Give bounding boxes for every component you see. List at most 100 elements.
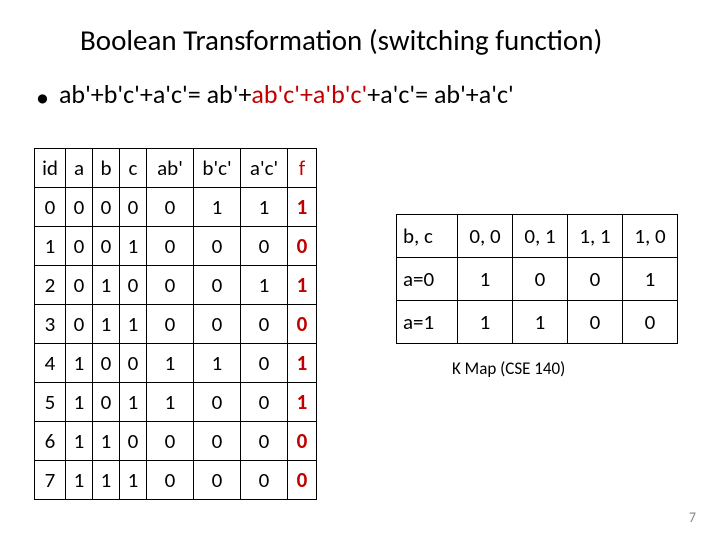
cell-f: 1	[288, 266, 317, 305]
cell-bc: 0	[194, 383, 241, 422]
cell-ac: 0	[241, 422, 288, 461]
cell-c: 0	[120, 188, 147, 227]
cell-id: 0	[35, 188, 66, 227]
cell-f: 1	[288, 188, 317, 227]
kmap-cell: 0	[513, 258, 568, 301]
kmap-header-row: b, c 0, 0 0, 1 1, 1 1, 0	[397, 215, 678, 258]
cell-bc: 0	[194, 461, 241, 500]
cell-a: 0	[66, 266, 93, 305]
cell-id: 1	[35, 227, 66, 266]
cell-c: 0	[120, 266, 147, 305]
kmap-rowlabel-a0: a=0	[397, 258, 458, 301]
cell-id: 6	[35, 422, 66, 461]
th-f: f	[288, 149, 317, 188]
th-ab: ab'	[147, 149, 194, 188]
cell-ac: 0	[241, 305, 288, 344]
cell-b: 0	[93, 383, 120, 422]
cell-ab: 0	[147, 227, 194, 266]
cell-a: 1	[66, 383, 93, 422]
slide: Boolean Transformation (switching functi…	[0, 0, 720, 540]
slide-title: Boolean Transformation (switching functi…	[80, 22, 680, 58]
formula-text: ab'+b'c'+a'c'= ab'+ab'c'+a'b'c'+a'c'= ab…	[59, 78, 514, 110]
cell-b: 1	[93, 422, 120, 461]
kmap-cell: 1	[458, 258, 513, 301]
th-id: id	[35, 149, 66, 188]
kmap-row-a0: a=0 1 0 0 1	[397, 258, 678, 301]
kmap-cell: 1	[458, 301, 513, 344]
truth-body: 0000011110010000201000113011000041001101…	[35, 188, 317, 500]
cell-b: 1	[93, 266, 120, 305]
cell-ac: 0	[241, 227, 288, 266]
cell-c: 1	[120, 305, 147, 344]
th-ac: a'c'	[241, 149, 288, 188]
kmap-cell: 0	[568, 301, 623, 344]
kmap-col-00: 0, 0	[458, 215, 513, 258]
cell-ab: 0	[147, 266, 194, 305]
cell-c: 1	[120, 461, 147, 500]
page-number: 7	[689, 509, 696, 526]
cell-c: 0	[120, 422, 147, 461]
kmap-row-a1: a=1 1 1 0 0	[397, 301, 678, 344]
cell-c: 0	[120, 344, 147, 383]
cell-ab: 1	[147, 344, 194, 383]
kmap-rowlabel-a1: a=1	[397, 301, 458, 344]
bullet-icon: •	[36, 81, 49, 113]
kmap-cell: 0	[623, 301, 678, 344]
kmap-table: b, c 0, 0 0, 1 1, 1 1, 0 a=0 1 0 0 1 a=1…	[396, 214, 678, 344]
table-row: 61100000	[35, 422, 317, 461]
kmap-corner: b, c	[397, 215, 458, 258]
table-row: 51011001	[35, 383, 317, 422]
th-b: b	[93, 149, 120, 188]
table-row: 20100011	[35, 266, 317, 305]
cell-id: 5	[35, 383, 66, 422]
cell-b: 1	[93, 305, 120, 344]
cell-f: 1	[288, 344, 317, 383]
kmap-cell: 1	[623, 258, 678, 301]
cell-f: 0	[288, 461, 317, 500]
cell-ab: 1	[147, 383, 194, 422]
table-row: 00000111	[35, 188, 317, 227]
cell-a: 1	[66, 461, 93, 500]
kmap-col-01: 0, 1	[513, 215, 568, 258]
cell-a: 0	[66, 227, 93, 266]
cell-a: 1	[66, 344, 93, 383]
cell-id: 3	[35, 305, 66, 344]
cell-b: 0	[93, 344, 120, 383]
cell-ac: 1	[241, 188, 288, 227]
cell-bc: 0	[194, 305, 241, 344]
cell-c: 1	[120, 227, 147, 266]
kmap-caption: K Map (CSE 140)	[452, 358, 565, 379]
cell-c: 1	[120, 383, 147, 422]
cell-ac: 0	[241, 344, 288, 383]
cell-a: 1	[66, 422, 93, 461]
cell-ac: 1	[241, 266, 288, 305]
kmap-cell: 0	[568, 258, 623, 301]
th-c: c	[120, 149, 147, 188]
kmap-col-10: 1, 0	[623, 215, 678, 258]
cell-f: 1	[288, 383, 317, 422]
cell-ab: 0	[147, 461, 194, 500]
cell-f: 0	[288, 227, 317, 266]
cell-b: 1	[93, 461, 120, 500]
cell-bc: 0	[194, 227, 241, 266]
cell-b: 0	[93, 188, 120, 227]
cell-id: 4	[35, 344, 66, 383]
cell-f: 0	[288, 305, 317, 344]
cell-id: 7	[35, 461, 66, 500]
table-row: 71110000	[35, 461, 317, 500]
cell-b: 0	[93, 227, 120, 266]
table-row: 30110000	[35, 305, 317, 344]
cell-a: 0	[66, 188, 93, 227]
table-row: 41001101	[35, 344, 317, 383]
kmap-cell: 1	[513, 301, 568, 344]
cell-ab: 0	[147, 305, 194, 344]
cell-bc: 0	[194, 266, 241, 305]
cell-f: 0	[288, 422, 317, 461]
th-a: a	[66, 149, 93, 188]
cell-bc: 0	[194, 422, 241, 461]
kmap-col-11: 1, 1	[568, 215, 623, 258]
truth-table: id a b c ab' b'c' a'c' f 000001111001000…	[34, 148, 317, 500]
truth-header-row: id a b c ab' b'c' a'c' f	[35, 149, 317, 188]
cell-bc: 1	[194, 344, 241, 383]
table-row: 10010000	[35, 227, 317, 266]
